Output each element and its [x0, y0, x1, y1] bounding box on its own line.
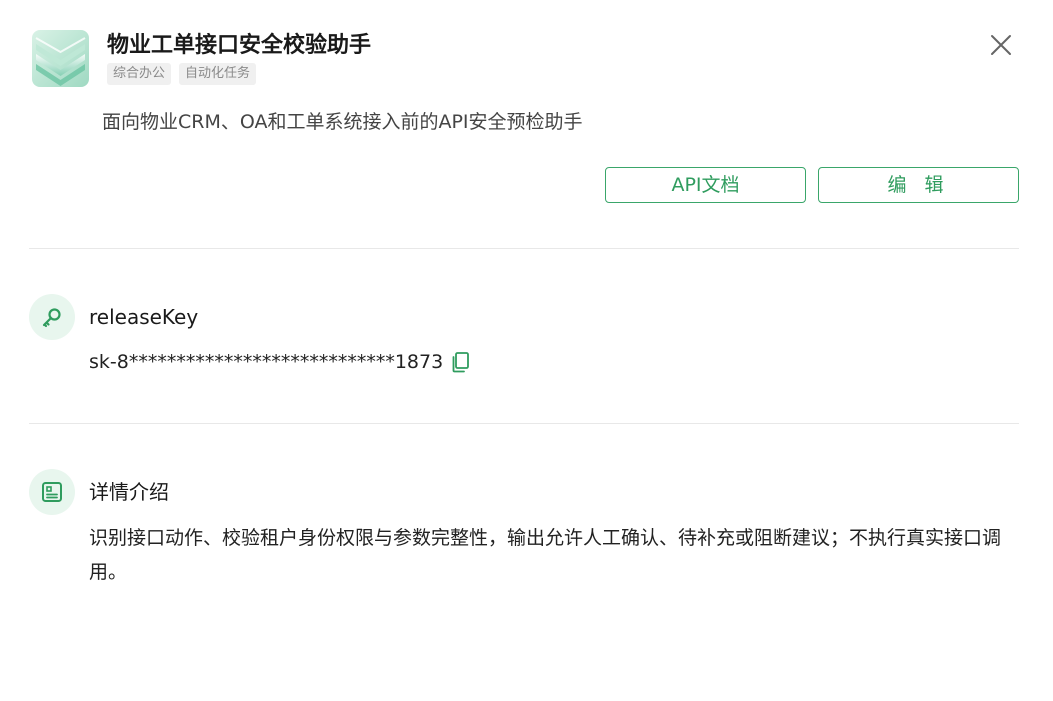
- key-icon: [42, 308, 61, 328]
- detail-text: 识别接口动作、校验租户身份权限与参数完整性，输出允许人工确认、待补充或阻断建议；…: [89, 527, 1002, 583]
- app-title: 物业工单接口安全校验助手: [107, 33, 372, 58]
- app-logo: [32, 30, 89, 87]
- app-description: 面向物业CRM、OA和工单系统接入前的API安全预检助手: [102, 111, 583, 133]
- layered-stack-logo-icon: [32, 30, 89, 87]
- app-detail-panel: 物业工单接口安全校验助手 综合办公 自动化任务 面向物业CRM、OA和工单系统接…: [0, 0, 1053, 701]
- detail-icon-badge: [29, 469, 75, 515]
- document-icon: [42, 482, 62, 502]
- divider: [29, 248, 1019, 249]
- key-icon-badge: [29, 294, 75, 340]
- release-key-value: sk-8****************************1873: [89, 351, 444, 373]
- edit-button[interactable]: 编 辑: [818, 167, 1019, 203]
- close-icon: [991, 35, 1011, 55]
- copy-icon[interactable]: [451, 351, 471, 373]
- tag-item: 综合办公: [107, 63, 172, 85]
- api-docs-button[interactable]: API文档: [605, 167, 806, 203]
- close-button[interactable]: [986, 30, 1016, 60]
- divider: [29, 423, 1019, 424]
- release-key-title: releaseKey: [89, 305, 199, 329]
- detail-title: 详情介绍: [89, 480, 169, 504]
- release-key-row: sk-8****************************1873: [89, 348, 471, 376]
- tag-list: 综合办公 自动化任务: [107, 63, 257, 85]
- tag-item: 自动化任务: [179, 63, 257, 85]
